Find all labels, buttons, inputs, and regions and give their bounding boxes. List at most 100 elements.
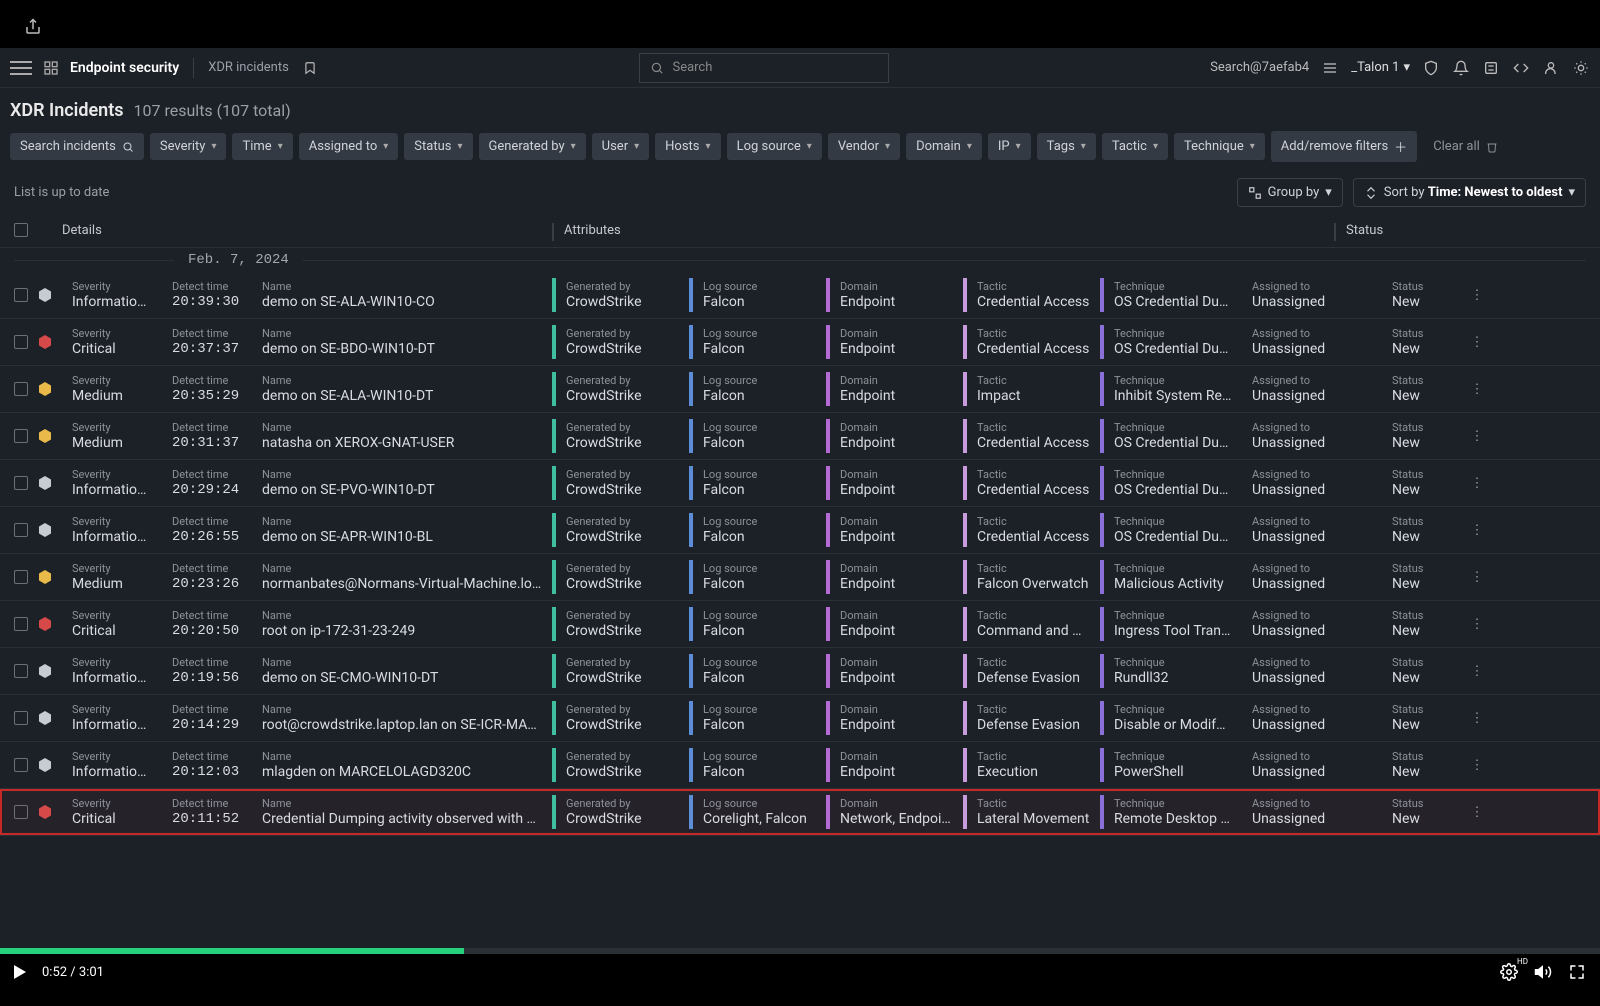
incident-row[interactable]: SeverityCriticalDetect time20:20:50Namer…: [0, 601, 1600, 648]
cell-log-source: Log sourceFalcon: [689, 466, 826, 500]
incident-row[interactable]: SeverityMediumDetect time20:31:37Namenat…: [0, 413, 1600, 460]
row-actions-menu[interactable]: ⋮: [1462, 278, 1492, 312]
row-actions-menu[interactable]: ⋮: [1462, 701, 1492, 735]
bell-icon[interactable]: [1452, 59, 1470, 77]
add-remove-filters[interactable]: Add/remove filters ＋: [1271, 131, 1417, 162]
filter-hosts[interactable]: Hosts▾: [655, 133, 720, 160]
incident-row[interactable]: SeverityCriticalDetect time20:37:37Named…: [0, 319, 1600, 366]
filter-user[interactable]: User▾: [592, 133, 649, 160]
filter-technique[interactable]: Technique▾: [1174, 133, 1265, 160]
dashboard-icon[interactable]: [42, 59, 60, 77]
clear-all-filters[interactable]: Clear all: [1423, 133, 1508, 160]
page-header: XDR Incidents 107 results (107 total): [0, 88, 1600, 131]
code-icon[interactable]: [1512, 59, 1530, 77]
cell-tactic: TacticCredential Access: [963, 419, 1100, 453]
cell-log-source: Log sourceFalcon: [689, 607, 826, 641]
incident-row[interactable]: SeverityInformationalDetect time20:19:56…: [0, 648, 1600, 695]
incident-row[interactable]: SeverityInformationalDetect time20:12:03…: [0, 742, 1600, 789]
cell-status: StatusNew: [1382, 278, 1462, 312]
row-actions-menu[interactable]: ⋮: [1462, 372, 1492, 406]
col-attributes-header: Attributes: [564, 223, 1334, 241]
profile-icon[interactable]: [1542, 59, 1560, 77]
cell-technique: TechniqueOS Credential Dum…: [1100, 466, 1242, 500]
volume-icon[interactable]: [1534, 963, 1552, 981]
filter-severity[interactable]: Severity▾: [150, 133, 227, 160]
row-checkbox[interactable]: [14, 523, 28, 537]
filter-generated-by[interactable]: Generated by▾: [479, 133, 586, 160]
cell-log-source: Log sourceFalcon: [689, 654, 826, 688]
filter-tactic[interactable]: Tactic▾: [1102, 133, 1168, 160]
row-checkbox[interactable]: [14, 570, 28, 584]
global-search[interactable]: Search: [639, 53, 889, 83]
filter-log-source[interactable]: Log source▾: [727, 133, 822, 160]
incident-row[interactable]: SeverityInformationalDetect time20:14:29…: [0, 695, 1600, 742]
shield-icon[interactable]: [1422, 59, 1440, 77]
menu-icon[interactable]: [10, 61, 32, 75]
row-checkbox[interactable]: [14, 664, 28, 678]
severity-icon: [38, 570, 52, 584]
incident-row[interactable]: SeverityMediumDetect time20:23:26Namenor…: [0, 554, 1600, 601]
feed-icon[interactable]: [1482, 59, 1500, 77]
cell-technique: TechniquePowerShell: [1100, 748, 1242, 782]
row-actions-menu[interactable]: ⋮: [1462, 795, 1492, 829]
tenant-label[interactable]: Search@7aefab4: [1210, 60, 1309, 75]
row-actions-menu[interactable]: ⋮: [1462, 560, 1492, 594]
cell-severity: SeverityInformational: [62, 701, 162, 735]
group-by-button[interactable]: Group by ▾: [1237, 178, 1343, 207]
incident-row[interactable]: SeverityInformationalDetect time20:29:24…: [0, 460, 1600, 507]
filter-domain[interactable]: Domain▾: [906, 133, 982, 160]
cell-generated-by: Generated byCrowdStrike: [552, 607, 689, 641]
row-actions-menu[interactable]: ⋮: [1462, 325, 1492, 359]
incident-row[interactable]: SeverityMediumDetect time20:35:29Namedem…: [0, 366, 1600, 413]
sort-button[interactable]: Sort by Time: Newest to oldest ▾: [1353, 178, 1586, 207]
select-all-checkbox[interactable]: [14, 223, 28, 237]
video-controls: 0:52 / 3:01 HD: [0, 954, 1600, 990]
share-icon[interactable]: [24, 18, 42, 36]
cell-name: Namedemo on SE-PVO-WIN10-DT: [252, 466, 552, 500]
row-checkbox[interactable]: [14, 335, 28, 349]
row-checkbox[interactable]: [14, 476, 28, 490]
incident-row[interactable]: SeverityInformationalDetect time20:26:55…: [0, 507, 1600, 554]
row-actions-menu[interactable]: ⋮: [1462, 748, 1492, 782]
filter-vendor[interactable]: Vendor▾: [828, 133, 900, 160]
cell-technique: TechniqueRundll32: [1100, 654, 1242, 688]
row-checkbox[interactable]: [14, 617, 28, 631]
filter-tags[interactable]: Tags▾: [1037, 133, 1096, 160]
row-actions-menu[interactable]: ⋮: [1462, 466, 1492, 500]
incident-row[interactable]: SeverityInformationalDetect time20:39:30…: [0, 272, 1600, 319]
breadcrumb[interactable]: XDR incidents: [208, 60, 289, 75]
row-actions-menu[interactable]: ⋮: [1462, 419, 1492, 453]
cell-generated-by: Generated byCrowdStrike: [552, 325, 689, 359]
row-checkbox[interactable]: [14, 805, 28, 819]
incident-row[interactable]: SeverityCriticalDetect time20:11:52NameC…: [0, 789, 1600, 836]
cell-tactic: TacticCredential Access: [963, 513, 1100, 547]
filter-ip[interactable]: IP▾: [988, 133, 1031, 160]
row-checkbox[interactable]: [14, 429, 28, 443]
row-checkbox[interactable]: [14, 382, 28, 396]
video-progress-track[interactable]: [0, 948, 1600, 954]
filter-time[interactable]: Time▾: [232, 133, 292, 160]
fullscreen-icon[interactable]: [1568, 963, 1586, 981]
settings-icon[interactable]: HD: [1500, 963, 1518, 981]
row-checkbox[interactable]: [14, 758, 28, 772]
filter-search-incidents[interactable]: Search incidents: [10, 133, 144, 160]
filter-status[interactable]: Status▾: [404, 133, 472, 160]
row-actions-menu[interactable]: ⋮: [1462, 607, 1492, 641]
cell-tactic: TacticLateral Movement: [963, 795, 1100, 829]
cell-severity: SeverityInformational: [62, 654, 162, 688]
list-icon[interactable]: [1321, 59, 1339, 77]
play-button[interactable]: [14, 965, 26, 979]
filter-assigned-to[interactable]: Assigned to▾: [299, 133, 399, 160]
col-details-header: Details: [62, 223, 552, 241]
group-icon: [1248, 186, 1262, 200]
cell-name: Namedemo on SE-ALA-WIN10-CO: [252, 278, 552, 312]
severity-icon: [38, 805, 52, 819]
user-menu[interactable]: _Talon 1 ▾: [1351, 60, 1410, 75]
row-checkbox[interactable]: [14, 288, 28, 302]
results-count: 107 results (107 total): [134, 101, 291, 120]
row-actions-menu[interactable]: ⋮: [1462, 654, 1492, 688]
bookmark-icon[interactable]: [301, 59, 319, 77]
sun-icon[interactable]: [1572, 59, 1590, 77]
row-actions-menu[interactable]: ⋮: [1462, 513, 1492, 547]
row-checkbox[interactable]: [14, 711, 28, 725]
